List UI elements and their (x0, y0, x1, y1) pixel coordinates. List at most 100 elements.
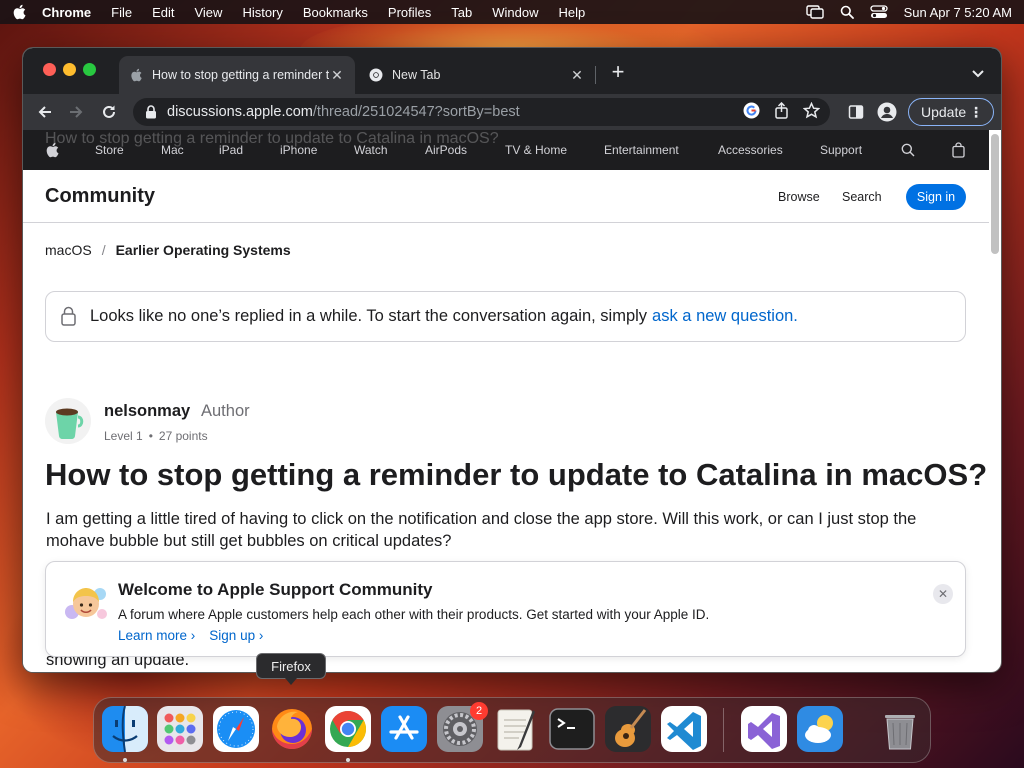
trash-icon[interactable] (877, 706, 923, 752)
shopping-bag-icon[interactable] (952, 142, 965, 158)
textedit-icon[interactable] (493, 706, 539, 752)
tab-new-tab[interactable]: New Tab ✕ (359, 56, 595, 94)
bookmark-star-icon[interactable] (803, 102, 820, 119)
author-badge: Author (201, 402, 250, 420)
author-points: 27 points (158, 429, 208, 443)
reload-icon[interactable] (97, 100, 121, 124)
browse-link[interactable]: Browse (778, 190, 820, 204)
menu-help[interactable]: Help (559, 5, 586, 20)
scrollbar-thumb[interactable] (991, 134, 999, 254)
tab-close-icon[interactable]: ✕ (569, 67, 585, 83)
coffee-cup-avatar-icon (45, 398, 91, 444)
breadcrumb-current[interactable]: Earlier Operating Systems (116, 242, 291, 258)
breadcrumb-separator: / (101, 242, 106, 258)
control-center-icon[interactable] (869, 5, 888, 19)
nav-ipad[interactable]: iPad (219, 143, 243, 157)
menu-tab[interactable]: Tab (451, 5, 472, 20)
tab-search-chevron-icon[interactable] (967, 62, 989, 84)
update-label: Update (921, 104, 967, 120)
firefox-icon[interactable] (269, 706, 315, 752)
menu-edit[interactable]: Edit (152, 5, 174, 20)
breadcrumb-macos[interactable]: macOS (45, 242, 92, 258)
search-icon[interactable] (901, 143, 915, 157)
weather-icon[interactable] (797, 706, 843, 752)
menu-app-name[interactable]: Chrome (42, 5, 91, 20)
tab-apple-discussions[interactable]: How to stop getting a reminder to update… (119, 56, 355, 94)
app-store-icon[interactable] (381, 706, 427, 752)
menu-history[interactable]: History (242, 5, 282, 20)
visual-studio-icon[interactable] (741, 706, 787, 752)
profile-avatar-icon[interactable] (876, 101, 898, 123)
address-bar[interactable]: discussions.apple.com /thread/251024547?… (133, 98, 830, 126)
author-name[interactable]: nelsonmay (104, 402, 190, 421)
ask-new-question-link[interactable]: ask a new question. (652, 307, 798, 326)
nav-mac[interactable]: Mac (161, 143, 184, 157)
close-icon[interactable]: ✕ (933, 584, 953, 604)
side-panel-icon[interactable] (845, 101, 867, 123)
lock-icon[interactable] (145, 105, 157, 119)
learn-more-link[interactable]: Learn more › (118, 628, 195, 643)
back-arrow-icon[interactable] (33, 100, 57, 124)
launchpad-icon[interactable] (157, 706, 203, 752)
nav-airpods[interactable]: AirPods (425, 143, 467, 157)
page-scrollbar[interactable] (991, 132, 999, 672)
window-close-button[interactable] (43, 63, 56, 76)
chrome-favicon-icon (369, 68, 383, 82)
terminal-icon[interactable] (549, 706, 595, 752)
nav-iphone[interactable]: iPhone (280, 143, 317, 157)
breadcrumb: macOS / Earlier Operating Systems (45, 242, 291, 258)
question-body: I am getting a little tired of having to… (46, 510, 917, 550)
running-indicator (346, 758, 350, 762)
notice-text: Looks like no one’s replied in a while. … (90, 307, 648, 325)
more-menu-icon[interactable]: ⋮ (969, 103, 983, 121)
new-tab-plus-icon[interactable]: + (607, 61, 629, 84)
finder-icon[interactable] (102, 705, 148, 753)
url-host: discussions.apple.com (167, 104, 313, 120)
menu-bookmarks[interactable]: Bookmarks (303, 5, 368, 20)
safari-icon[interactable] (213, 706, 259, 752)
avatar[interactable] (45, 398, 91, 444)
window-zoom-button[interactable] (83, 63, 96, 76)
forward-arrow-icon[interactable] (64, 100, 88, 124)
chrome-window: How to stop getting a reminder to update… (22, 47, 1002, 673)
community-header: Community Browse Search Sign in (23, 170, 989, 223)
nav-store[interactable]: Store (95, 143, 124, 157)
tab-separator (595, 66, 596, 84)
nav-tv-home[interactable]: TV & Home (505, 143, 567, 157)
menu-file[interactable]: File (111, 5, 132, 20)
dock-separator (723, 708, 724, 752)
spotlight-search-icon[interactable] (840, 5, 854, 19)
search-link[interactable]: Search (842, 190, 882, 204)
nav-accessories[interactable]: Accessories (718, 143, 783, 157)
window-minimize-button[interactable] (63, 63, 76, 76)
nav-entertainment[interactable]: Entertainment (604, 143, 679, 157)
nav-watch[interactable]: Watch (354, 143, 388, 157)
browser-toolbar: discussions.apple.com /thread/251024547?… (23, 94, 1001, 130)
memoji-avatar-icon (65, 588, 107, 619)
menu-window[interactable]: Window (492, 5, 538, 20)
author-level: Level 1 (104, 429, 143, 443)
tab-title: New Tab (392, 68, 441, 82)
share-icon[interactable] (774, 102, 789, 119)
tab-close-icon[interactable]: ✕ (329, 67, 345, 83)
apple-menu-icon[interactable] (12, 4, 26, 20)
community-title[interactable]: Community (45, 185, 155, 208)
dock: 2 (93, 697, 931, 763)
menu-view[interactable]: View (194, 5, 222, 20)
screen-mirroring-icon[interactable] (805, 5, 824, 19)
question-title: How to stop getting a reminder to update… (45, 457, 988, 492)
garageband-icon[interactable] (605, 706, 651, 752)
chrome-icon[interactable] (325, 706, 371, 752)
url-path: /thread/251024547?sortBy=best (312, 104, 520, 120)
sign-in-button[interactable]: Sign in (906, 184, 966, 210)
chrome-update-button[interactable]: Update ⋮ (908, 98, 994, 126)
apple-logo-icon[interactable] (45, 142, 59, 158)
menu-bar: Chrome File Edit View History Bookmarks … (0, 0, 1024, 24)
sign-up-link[interactable]: Sign up › (209, 628, 263, 643)
apple-global-nav: How to stop getting a reminder to update… (23, 130, 989, 170)
vscode-icon[interactable] (661, 706, 707, 752)
menubar-clock[interactable]: Sun Apr 7 5:20 AM (904, 5, 1012, 20)
menu-profiles[interactable]: Profiles (388, 5, 431, 20)
nav-support[interactable]: Support (820, 143, 862, 157)
google-lens-icon[interactable] (743, 102, 760, 119)
